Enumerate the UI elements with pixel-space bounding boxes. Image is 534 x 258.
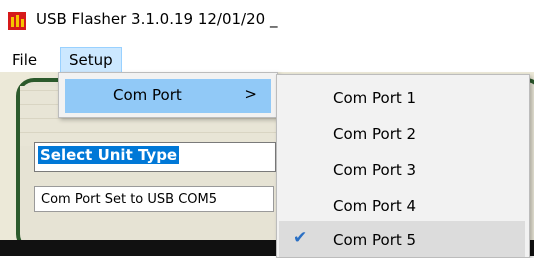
menu-item-label: Com Port 1 [333, 89, 417, 107]
status-field: Com Port Set to USB COM5 [34, 186, 274, 212]
menu-item-label: Com Port 4 [333, 197, 417, 215]
menu-item-com-port-label: Com Port [113, 86, 182, 104]
menu-item-com-port-2[interactable]: Com Port 2 [279, 115, 525, 151]
com-port-submenu: Com Port 1 Com Port 2 Com Port 3 Com Por… [276, 74, 530, 258]
menu-setup[interactable]: Setup [60, 47, 122, 73]
menu-file[interactable]: File [4, 48, 45, 72]
menu-bar: File Setup [0, 44, 534, 74]
window-title: USB Flasher 3.1.0.19 12/01/20 _ [36, 10, 278, 28]
menu-item-label: Com Port 5 [333, 231, 417, 249]
app-logo-icon [8, 12, 26, 30]
menu-item-com-port-3[interactable]: Com Port 3 [279, 151, 525, 187]
menu-item-com-port-5[interactable]: ✔ Com Port 5 [279, 221, 525, 257]
unit-type-value: Select Unit Type [38, 146, 180, 164]
setup-menu: Com Port > [58, 72, 278, 118]
checkmark-icon: ✔ [293, 228, 308, 248]
unit-type-select[interactable]: Select Unit Type [34, 142, 276, 172]
menu-item-label: Com Port 2 [333, 125, 417, 143]
menu-item-label: Com Port 3 [333, 161, 417, 179]
menu-item-com-port[interactable]: Com Port > [65, 79, 271, 113]
submenu-arrow-icon: > [244, 85, 257, 103]
menu-item-com-port-4[interactable]: Com Port 4 [279, 187, 525, 223]
title-bar: USB Flasher 3.1.0.19 12/01/20 _ [0, 0, 534, 40]
menu-item-com-port-1[interactable]: Com Port 1 [279, 79, 525, 115]
